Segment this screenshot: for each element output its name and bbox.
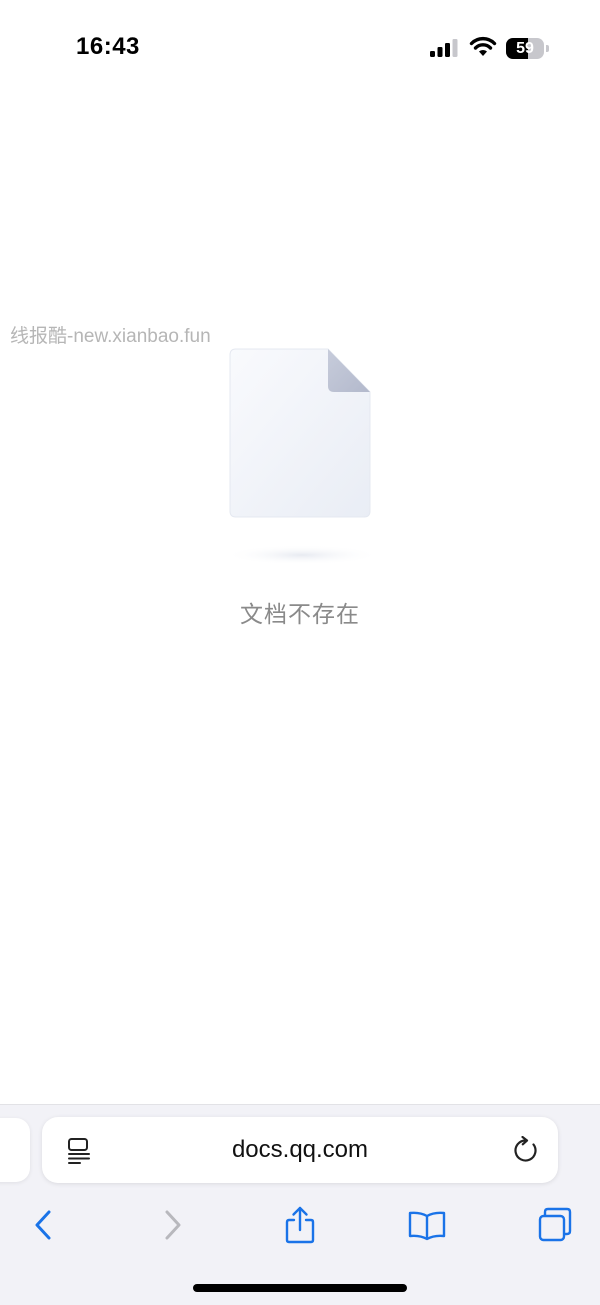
wifi-icon	[469, 36, 497, 56]
tabs-button[interactable]	[525, 1197, 585, 1253]
status-time: 16:43	[76, 33, 140, 60]
browser-toolbar	[0, 1197, 600, 1253]
status-bar: 16:43 59	[0, 0, 600, 96]
back-button[interactable]	[13, 1197, 73, 1253]
bookmarks-icon	[408, 1211, 446, 1241]
battery-level: 59	[516, 40, 534, 57]
address-url[interactable]: docs.qq.com	[42, 1117, 558, 1183]
previous-tab-preview[interactable]	[0, 1118, 30, 1182]
reload-icon[interactable]	[512, 1136, 540, 1164]
watermark-text: 线报酷-new.xianbao.fun	[10, 326, 211, 347]
empty-document-icon	[224, 348, 380, 565]
home-indicator[interactable]	[193, 1284, 407, 1292]
empty-state-message: 文档不存在	[240, 601, 360, 627]
battery-indicator: 59	[506, 38, 549, 60]
share-button[interactable]	[270, 1197, 330, 1253]
cellular-signal-icon	[430, 39, 458, 57]
tabs-icon	[538, 1207, 572, 1242]
share-icon	[285, 1206, 315, 1244]
address-bar[interactable]: docs.qq.com	[42, 1117, 558, 1183]
forward-button[interactable]	[143, 1197, 203, 1253]
bookmarks-button[interactable]	[397, 1197, 457, 1253]
back-chevron-icon	[35, 1210, 51, 1240]
forward-chevron-icon	[165, 1210, 181, 1240]
browser-bottom-bar: docs.qq.com	[0, 1104, 600, 1305]
